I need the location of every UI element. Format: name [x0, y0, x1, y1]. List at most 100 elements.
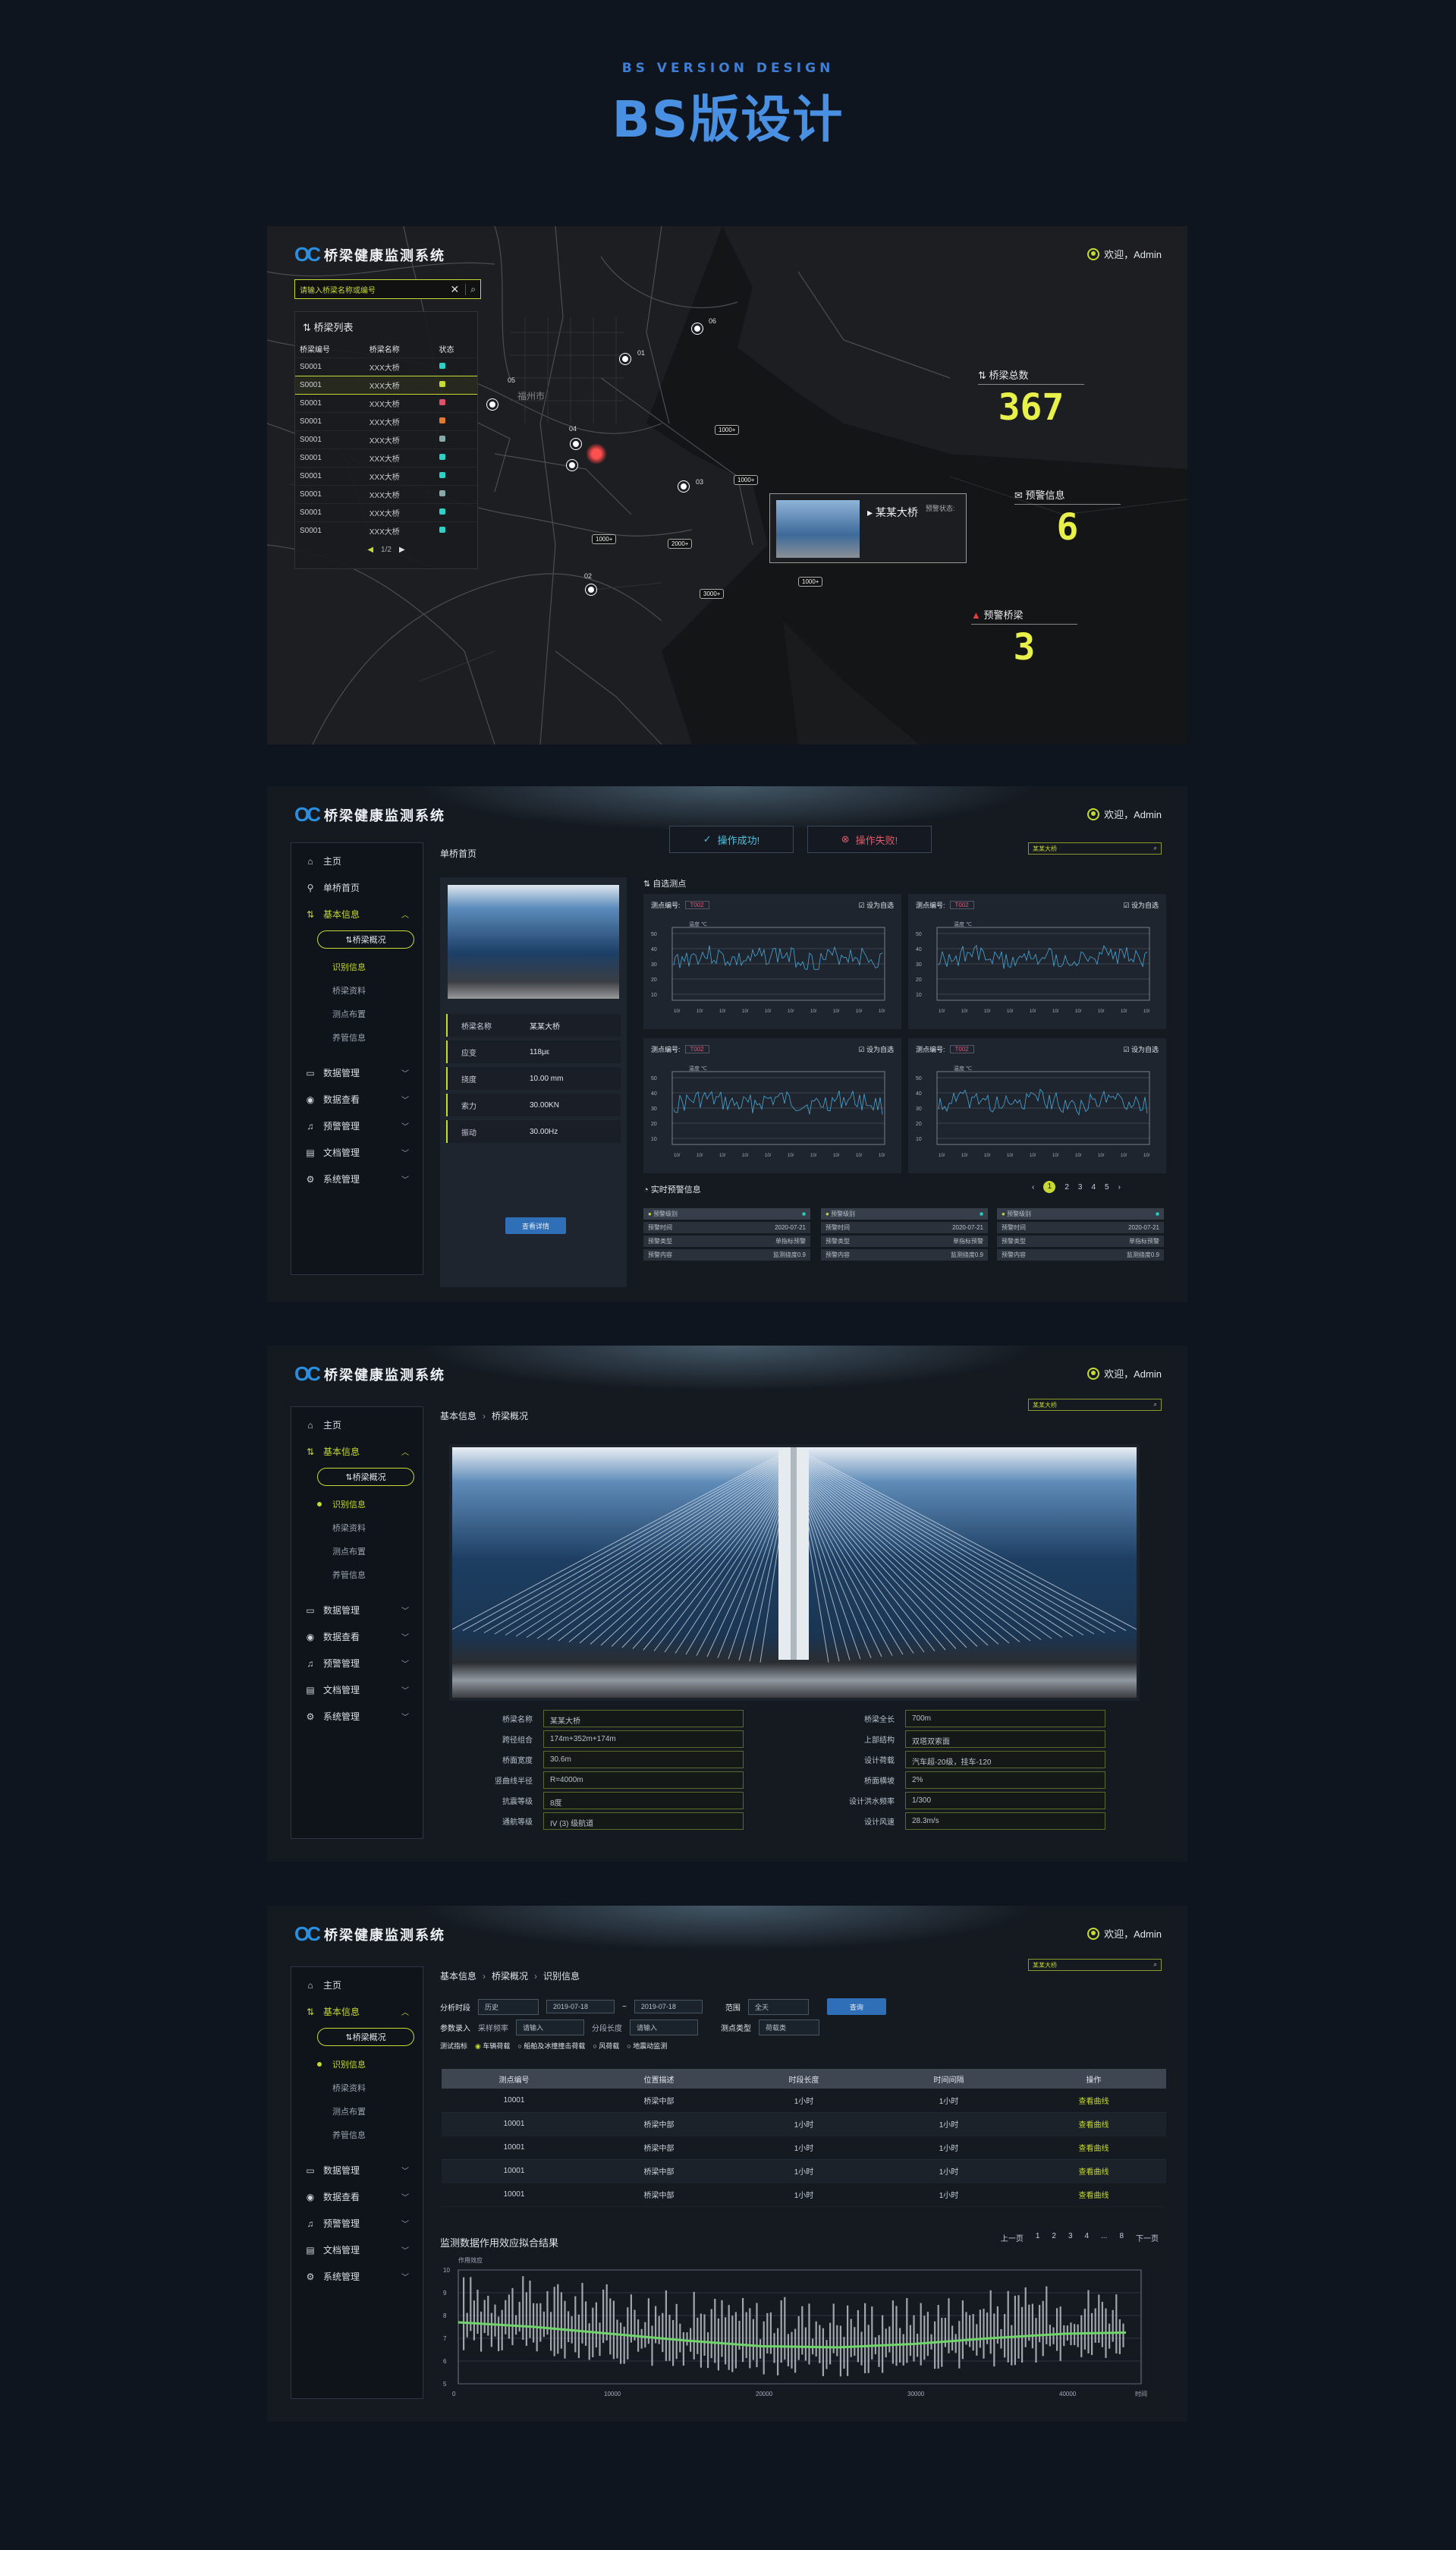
sidebar-item[interactable]: ⚲ 单桥首页	[291, 874, 423, 901]
point-select[interactable]: T002	[949, 1045, 974, 1053]
sidebar-item[interactable]: ▤ 文档管理 ﹀	[291, 2237, 423, 2263]
prev-page-link[interactable]: 上一页	[1001, 2232, 1024, 2243]
point-select[interactable]: T002	[684, 1045, 709, 1053]
alarm-card[interactable]: ● 预警级别 ■ 预警时间 2020-07-21 预警类型 单指标预警 预警内容 监测挠度0.…	[821, 1208, 988, 1263]
sub-menu-item[interactable]: 识别信息	[291, 1492, 423, 1516]
map-pin[interactable]	[567, 460, 577, 471]
next-page-icon[interactable]: ▶	[399, 546, 405, 554]
table-row[interactable]: S0001 XXX大桥	[295, 357, 477, 376]
form-value[interactable]: 174m+352m+174m	[543, 1730, 744, 1748]
next-icon[interactable]: ›	[1118, 1183, 1121, 1192]
top-search[interactable]: 某某大桥 ⌕	[1028, 1399, 1162, 1411]
page-number[interactable]: 3	[1068, 2232, 1073, 2243]
page-number[interactable]: 8	[1119, 2232, 1124, 2243]
table-row[interactable]: S0001 XXX大桥	[295, 394, 477, 413]
query-button[interactable]: 查询	[826, 1998, 886, 2015]
view-curve-link[interactable]: 查看曲线	[1021, 2089, 1166, 2113]
page-number[interactable]: 3	[1078, 1183, 1083, 1192]
sub-pill[interactable]: ⇅ 桥梁概况	[317, 1468, 414, 1486]
cluster-tag[interactable]: 1000+	[734, 475, 759, 485]
page-number[interactable]: 4	[1085, 2232, 1090, 2243]
sub-menu-item[interactable]: 养管信息	[291, 1025, 423, 1049]
sidebar-item[interactable]: ⚙ 系统管理 ﹀	[291, 2263, 423, 2290]
map-pin[interactable]	[586, 584, 596, 595]
set-custom-checkbox[interactable]: ☑ 设为自选	[1123, 900, 1159, 910]
alarm-card[interactable]: ● 预警级别 ■ 预警时间 2020-07-21 预警类型 单指标预警 预警内容 监测挠度0.…	[997, 1208, 1164, 1263]
sidebar-item[interactable]: ⇅ 基本信息 ︿	[291, 1998, 423, 2025]
set-custom-checkbox[interactable]: ☑ 设为自选	[858, 900, 894, 910]
radio-wind[interactable]: ○ 风荷载	[593, 2041, 619, 2051]
crumb-item[interactable]: 桥梁概况	[492, 1971, 528, 1982]
crumb-item[interactable]: 基本信息	[440, 1411, 476, 1421]
sub-menu-item[interactable]: 测点布置	[291, 1002, 423, 1025]
search-icon[interactable]: ⌕	[1154, 1961, 1157, 1969]
sub-pill[interactable]: ⇅ 桥梁概况	[317, 930, 414, 949]
segment-input[interactable]: 请输入	[630, 2020, 698, 2035]
prev-icon[interactable]: ‹	[1032, 1183, 1034, 1192]
sub-menu-item[interactable]: 测点布置	[291, 1539, 423, 1563]
form-value[interactable]: 2%	[905, 1771, 1105, 1789]
form-value[interactable]: 1/300	[905, 1792, 1105, 1809]
radio-ship[interactable]: ○ 船舶及冰撞撞击荷载	[517, 2041, 585, 2051]
form-value[interactable]: 双塔双索面	[905, 1730, 1105, 1748]
page-number[interactable]: 2	[1052, 2232, 1056, 2243]
page-number[interactable]: 5	[1105, 1183, 1109, 1192]
table-row[interactable]: S0001 XXX大桥	[295, 376, 477, 395]
search-icon[interactable]: ⌕	[1154, 1401, 1157, 1409]
sidebar-item[interactable]: ⌂ 主页	[291, 1972, 423, 1998]
form-value[interactable]: IV (3) 级航道	[543, 1812, 744, 1830]
bridge-select[interactable]: 某某大桥	[1033, 1401, 1154, 1409]
sub-menu-item[interactable]: 养管信息	[291, 2123, 423, 2146]
form-value[interactable]: 700m	[905, 1710, 1105, 1727]
sub-menu-item[interactable]: 识别信息	[291, 2052, 423, 2076]
radio-quake[interactable]: ○ 地震动监测	[627, 2041, 667, 2051]
crumb-item[interactable]: 基本信息	[440, 1971, 476, 1982]
range-select[interactable]: 全天	[747, 1998, 809, 2015]
bridge-popup[interactable]: ▸ 某某大桥 预警状态:	[769, 493, 967, 563]
form-value[interactable]: 某某大桥	[543, 1710, 744, 1727]
point-select[interactable]: T002	[949, 901, 974, 909]
page-number[interactable]: 1	[1036, 2232, 1040, 2243]
search-icon[interactable]: ⌕	[1154, 845, 1157, 852]
date-from[interactable]: 2019-07-18	[546, 2000, 615, 2013]
sub-menu-item[interactable]: 桥梁资料	[291, 1516, 423, 1539]
search-input[interactable]: 请输入桥梁名称或编号	[300, 284, 451, 295]
sidebar-item[interactable]: ◉ 数据查看 ﹀	[291, 2183, 423, 2210]
cluster-tag[interactable]: 1000+	[715, 425, 740, 435]
view-curve-link[interactable]: 查看曲线	[1021, 2112, 1166, 2136]
sub-menu-item[interactable]: 桥梁资料	[291, 2076, 423, 2099]
sidebar-item[interactable]: ⇅ 基本信息 ︿	[291, 901, 423, 927]
map-pin[interactable]	[487, 399, 498, 410]
view-curve-link[interactable]: 查看曲线	[1021, 2159, 1166, 2183]
sub-menu-item[interactable]: 测点布置	[291, 2099, 423, 2123]
clear-icon[interactable]: ✕	[451, 283, 460, 296]
bridge-select[interactable]: 某某大桥	[1033, 845, 1154, 852]
cluster-tag[interactable]: 3000+	[700, 589, 725, 599]
user-menu[interactable]: 欢迎，Admin	[1087, 807, 1162, 821]
prev-page-icon[interactable]: ◀	[367, 546, 373, 554]
cluster-tag[interactable]: 2000+	[668, 539, 693, 549]
sidebar-item[interactable]: ♫ 预警管理 ﹀	[291, 1113, 423, 1139]
alarm-card[interactable]: ● 预警级别 ■ 预警时间 2020-07-21 预警类型 单指标预警 预警内容 监测挠度0.…	[643, 1208, 810, 1263]
bridge-select[interactable]: 某某大桥	[1033, 1961, 1154, 1969]
bridge-search[interactable]: 请输入桥梁名称或编号 ✕ ⌕	[294, 279, 481, 299]
map-pin[interactable]	[692, 323, 703, 334]
sidebar-item[interactable]: ⌂ 主页	[291, 848, 423, 874]
sidebar-item[interactable]: ◉ 数据查看 ﹀	[291, 1086, 423, 1113]
point-select[interactable]: T002	[684, 901, 709, 909]
sidebar-item[interactable]: ⚙ 系统管理 ﹀	[291, 1703, 423, 1730]
view-detail-button[interactable]: 查看详情	[505, 1217, 566, 1234]
user-menu[interactable]: 欢迎，Admin	[1087, 1926, 1162, 1941]
view-curve-link[interactable]: 查看曲线	[1021, 2136, 1166, 2160]
map-pin[interactable]	[678, 481, 689, 492]
radio-vehicle[interactable]: ◉ 车辆荷载	[475, 2041, 510, 2051]
sidebar-item[interactable]: ♫ 预警管理 ﹀	[291, 2210, 423, 2237]
page-number[interactable]: ...	[1101, 2232, 1107, 2243]
set-custom-checkbox[interactable]: ☑ 设为自选	[1123, 1044, 1159, 1054]
user-menu[interactable]: 欢迎，Admin	[1087, 247, 1162, 261]
cluster-tag[interactable]: 1000+	[592, 534, 617, 544]
form-value[interactable]: R=4000m	[543, 1771, 744, 1789]
table-row[interactable]: S0001 XXX大桥	[295, 467, 477, 486]
top-search[interactable]: 某某大桥 ⌕	[1028, 842, 1162, 855]
form-value[interactable]: 8度	[543, 1792, 744, 1809]
